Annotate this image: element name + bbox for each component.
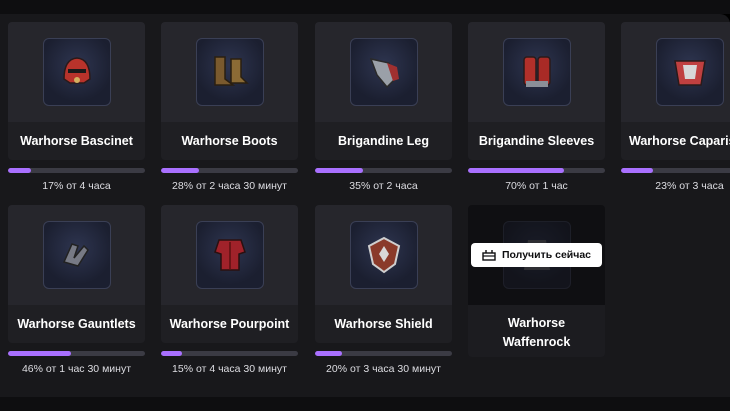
progress-bar [468,168,605,173]
progress-fill [315,351,343,356]
reward-tile: Warhorse Caparis [621,22,730,160]
progress-status: 46% от 1 час 30 минут [21,363,132,375]
reward-card-shield[interactable]: Warhorse Shield 20% от 3 часа 30 минут [315,205,452,375]
bottom-bar [0,397,730,411]
progress-fill [621,168,653,173]
reward-thumbnail [468,22,605,122]
reward-thumbnail [161,22,298,122]
reward-thumbnail [8,205,145,305]
progress-bar [161,168,298,173]
reward-title: Warhorse Bascinet [20,133,133,148]
pourpoint-icon [195,221,264,289]
reward-title-line2: Waffenrock [502,335,571,349]
reward-title: Warhorse Waffenrock [468,309,605,357]
gift-icon [482,250,496,261]
progress-status: 20% от 3 часа 30 минут [326,363,441,375]
progress-fill [8,351,72,356]
progress-bar [8,168,145,173]
reward-thumbnail [315,22,452,122]
caparison-icon [655,38,724,106]
leg-armor-icon [349,38,418,106]
reward-card-boots[interactable]: Warhorse Boots 28% от 2 часа 30 минут [161,22,298,192]
reward-card-brigandine-sleeves[interactable]: Brigandine Sleeves 70% от 1 час [468,22,605,192]
progress-status: 35% от 2 часа [349,180,418,192]
progress-status: 15% от 4 часа 30 минут [172,363,287,375]
shield-icon [349,221,418,289]
reward-thumbnail [621,22,730,122]
helmet-icon [42,38,111,106]
reward-thumbnail [315,205,452,305]
progress-bar [315,168,452,173]
top-bar [0,0,730,14]
progress-status: 28% от 2 часа 30 минут [172,180,287,192]
reward-title-line1: Warhorse [507,316,566,330]
reward-title: Brigandine Sleeves [478,133,595,148]
progress-status: 23% от 3 часа [655,180,724,192]
reward-card-gauntlets[interactable]: Warhorse Gauntlets 46% от 1 час 30 минут [8,205,145,375]
reward-card-bascinet[interactable]: Warhorse Bascinet 17% от 4 часа [8,22,145,192]
progress-fill [315,168,363,173]
reward-title: Warhorse Caparis [629,133,730,148]
claim-now-label: Получить сейчас [501,249,592,261]
boots-icon [195,38,264,106]
reward-title: Warhorse Gauntlets [17,316,136,331]
reward-card-pourpoint[interactable]: Warhorse Pourpoint 15% от 4 часа 30 мину… [161,205,298,375]
reward-card-waffenrock[interactable]: Получить сейчас Warhorse Waffenrock [468,205,605,357]
progress-bar [8,351,145,356]
sleeves-icon [502,38,571,106]
reward-tile: Warhorse Shield [315,205,452,343]
reward-card-caparison[interactable]: Warhorse Caparis 23% от 3 часа [621,22,730,192]
gauntlets-icon [42,221,111,289]
progress-bar [621,168,730,173]
progress-bar [315,351,452,356]
progress-status: 17% от 4 часа [42,180,111,192]
reward-tile: Получить сейчас Warhorse Waffenrock [468,205,605,357]
progress-bar [161,351,298,356]
reward-title: Brigandine Leg [338,133,429,148]
reward-title: Warhorse Pourpoint [169,316,290,331]
reward-tile: Warhorse Boots [161,22,298,160]
reward-thumbnail [8,22,145,122]
reward-tile: Warhorse Bascinet [8,22,145,160]
reward-thumbnail [161,205,298,305]
reward-tile: Brigandine Leg [315,22,452,160]
progress-fill [468,168,564,173]
progress-fill [161,351,182,356]
claim-now-button[interactable]: Получить сейчас [471,243,602,267]
progress-fill [8,168,32,173]
reward-tile: Brigandine Sleeves [468,22,605,160]
rewards-panel: Warhorse Bascinet 17% от 4 часа Warhorse… [0,14,730,397]
reward-card-brigandine-leg[interactable]: Brigandine Leg 35% от 2 часа [315,22,452,192]
reward-title: Warhorse Shield [334,316,433,331]
reward-tile: Warhorse Gauntlets [8,205,145,343]
reward-title: Warhorse Boots [181,133,278,148]
progress-status: 70% от 1 час [505,180,568,192]
progress-fill [161,168,200,173]
reward-tile: Warhorse Pourpoint [161,205,298,343]
